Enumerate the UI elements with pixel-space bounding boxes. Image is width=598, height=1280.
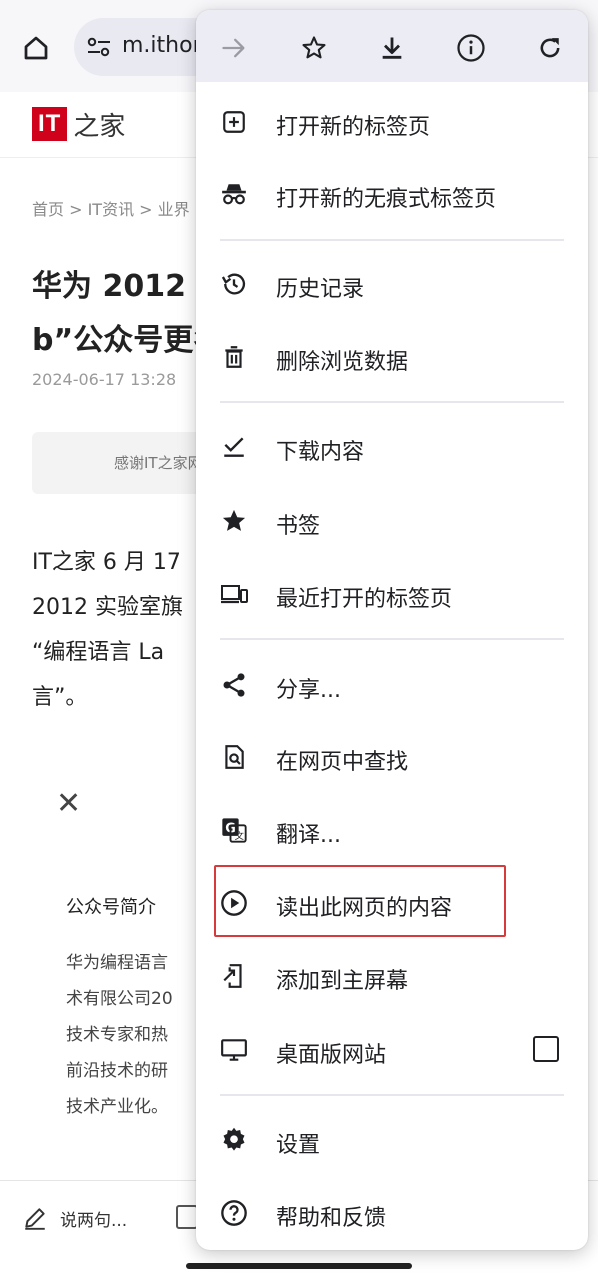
highlight-box bbox=[214, 865, 506, 937]
comments-icon[interactable] bbox=[176, 1205, 198, 1229]
menu-item-label: 添加到主屏幕 bbox=[276, 969, 409, 994]
menu-divider bbox=[220, 638, 564, 640]
menu-item-label: 分享... bbox=[276, 678, 341, 703]
home-icon bbox=[24, 36, 48, 60]
menu-item-settings[interactable]: 设置 bbox=[196, 1105, 588, 1175]
menu-item-label: 打开新的无痕式标签页 bbox=[276, 187, 497, 212]
menu-item-label: 历史记录 bbox=[276, 277, 365, 302]
menu-item-label: 桌面版网站 bbox=[276, 1043, 387, 1068]
menu-item-label: 设置 bbox=[276, 1133, 321, 1158]
svg-text:文: 文 bbox=[235, 830, 244, 842]
comment-label: 说两句... bbox=[60, 1210, 128, 1231]
menu-item-label: 打开新的标签页 bbox=[276, 115, 431, 140]
home-indicator[interactable] bbox=[186, 1263, 412, 1269]
find-in-page-icon bbox=[220, 743, 248, 771]
card-line: 华为编程语言 bbox=[66, 953, 168, 973]
menu-item-label: 帮助和反馈 bbox=[276, 1206, 387, 1231]
share-icon bbox=[220, 671, 248, 699]
card-line: 术有限公司20 bbox=[66, 989, 173, 1009]
menu-item-label: 翻译... bbox=[276, 823, 341, 848]
desktop-icon bbox=[220, 1036, 248, 1064]
card-line: 技术产业化。 bbox=[66, 1097, 168, 1117]
site-logo[interactable]: IT 之家 bbox=[32, 104, 125, 144]
trash-icon bbox=[220, 343, 248, 371]
refresh-button[interactable] bbox=[530, 28, 570, 68]
menu-item-label: 下载内容 bbox=[276, 440, 365, 465]
logo-mark: IT bbox=[32, 107, 68, 141]
menu-item-translate[interactable]: G文 翻译... bbox=[196, 795, 588, 865]
refresh-icon bbox=[540, 38, 560, 58]
help-icon bbox=[220, 1199, 248, 1227]
menu-item-label: 在网页中查找 bbox=[276, 750, 409, 775]
site-settings-icon[interactable] bbox=[86, 35, 112, 59]
menu-action-row bbox=[196, 10, 588, 82]
card-title: 公众号简介 bbox=[66, 897, 156, 918]
forward-icon bbox=[222, 38, 245, 58]
downloads-icon bbox=[220, 433, 248, 461]
menu-item-find-in-page[interactable]: 在网页中查找 bbox=[196, 722, 588, 792]
card-line: 前沿技术的研 bbox=[66, 1061, 168, 1081]
add-to-home-icon bbox=[220, 962, 248, 990]
breadcrumb[interactable]: 首页 > IT资讯 > 业界 bbox=[32, 196, 190, 220]
menu-divider bbox=[220, 1094, 564, 1096]
translate-icon: G文 bbox=[220, 816, 248, 844]
gear-icon bbox=[220, 1126, 248, 1154]
incognito-icon bbox=[220, 180, 248, 208]
info-icon bbox=[457, 34, 485, 62]
new-tab-icon bbox=[220, 108, 248, 136]
menu-item-downloads[interactable]: 下载内容 bbox=[196, 412, 588, 482]
menu-item-recent-tabs[interactable]: 最近打开的标签页 bbox=[196, 559, 588, 629]
menu-item-label: 书签 bbox=[276, 514, 321, 539]
home-button[interactable] bbox=[18, 30, 54, 66]
star-icon bbox=[302, 36, 326, 59]
bookmark-star-icon bbox=[220, 507, 248, 535]
download-icon bbox=[382, 37, 402, 59]
logo-text: 之家 bbox=[73, 111, 126, 142]
menu-item-label: 最近打开的标签页 bbox=[276, 587, 453, 612]
card-body: 华为编程语言 术有限公司20 技术专家和热 前沿技术的研 技术产业化。 bbox=[66, 945, 173, 1125]
desktop-site-checkbox[interactable] bbox=[533, 1036, 559, 1062]
menu-item-add-to-home-screen[interactable]: 添加到主屏幕 bbox=[196, 941, 588, 1011]
forward-button[interactable] bbox=[214, 28, 254, 68]
menu-item-bookmarks[interactable]: 书签 bbox=[196, 486, 588, 556]
menu-item-clear-browsing-data[interactable]: 删除浏览数据 bbox=[196, 322, 588, 392]
menu-item-help-feedback[interactable]: 帮助和反馈 bbox=[196, 1178, 588, 1248]
download-button[interactable] bbox=[372, 28, 412, 68]
pencil-icon bbox=[25, 1208, 45, 1230]
overflow-menu: 打开新的标签页 打开新的无痕式标签页 历史记录 删除浏览数据 下载内容 书签 最… bbox=[196, 10, 588, 1250]
menu-item-label: 删除浏览数据 bbox=[276, 350, 409, 375]
recent-tabs-icon bbox=[220, 580, 248, 608]
menu-item-desktop-site[interactable]: 桌面版网站 bbox=[196, 1015, 588, 1085]
article-date: 2024-06-17 13:28 bbox=[32, 370, 177, 389]
menu-item-new-incognito-tab[interactable]: 打开新的无痕式标签页 bbox=[196, 159, 588, 229]
menu-item-new-tab[interactable]: 打开新的标签页 bbox=[196, 87, 588, 157]
menu-divider bbox=[220, 401, 564, 403]
close-icon[interactable]: ✕ bbox=[56, 786, 81, 821]
card-line: 技术专家和热 bbox=[66, 1025, 168, 1045]
page-info-button[interactable] bbox=[451, 28, 491, 68]
history-icon bbox=[220, 270, 248, 298]
bookmark-button[interactable] bbox=[294, 28, 334, 68]
menu-divider bbox=[220, 239, 564, 241]
menu-item-share[interactable]: 分享... bbox=[196, 650, 588, 720]
menu-item-history[interactable]: 历史记录 bbox=[196, 249, 588, 319]
comment-button[interactable]: 说两句... bbox=[22, 1205, 127, 1231]
